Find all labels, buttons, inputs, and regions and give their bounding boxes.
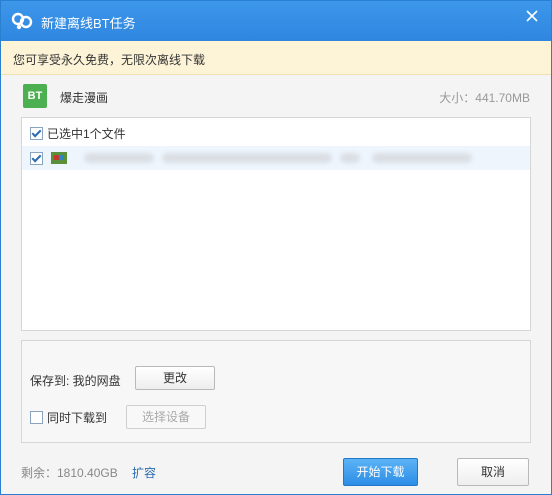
expand-storage-link[interactable]: 扩容 xyxy=(132,464,156,481)
list-item[interactable] xyxy=(22,146,530,170)
promo-banner: 您可享受永久免费，无限次离线下载 xyxy=(1,41,551,75)
cloud-logo-icon xyxy=(11,12,33,30)
select-device-button[interactable]: 选择设备 xyxy=(126,405,206,429)
cancel-button[interactable]: 取消 xyxy=(457,458,529,486)
file-list: 已选中1个文件 xyxy=(21,117,531,331)
window-title: 新建离线BT任务 xyxy=(41,16,136,31)
save-settings: 保存到: 我的网盘 更改 同时下载到 选择设备 xyxy=(21,340,531,443)
start-download-button[interactable]: 开始下载 xyxy=(343,458,418,486)
blurred-file-name xyxy=(340,153,360,163)
select-all-label: 已选中1个文件 xyxy=(47,127,126,141)
blurred-file-name xyxy=(162,153,332,163)
change-location-button[interactable]: 更改 xyxy=(135,366,215,390)
simultaneous-download-row[interactable]: 同时下载到 xyxy=(30,409,107,426)
file-checkbox[interactable] xyxy=(30,152,43,165)
task-size: 大小：441.70MB xyxy=(439,91,530,105)
close-icon[interactable] xyxy=(523,7,541,25)
select-all-row[interactable]: 已选中1个文件 xyxy=(30,125,126,141)
bt-file-icon: BT xyxy=(23,84,47,108)
offline-bt-dialog: 新建离线BT任务 您可享受永久免费，无限次离线下载 BT 爆走漫画 大小：441… xyxy=(0,0,552,495)
task-name: 爆走漫画 xyxy=(60,91,109,105)
select-all-checkbox[interactable] xyxy=(30,127,43,140)
promo-text: 您可享受永久免费，无限次离线下载 xyxy=(13,53,206,67)
title-bar[interactable]: 新建离线BT任务 xyxy=(1,1,551,41)
remaining-space: 剩余：1810.40GB xyxy=(21,466,118,480)
blurred-file-name xyxy=(372,153,472,163)
simultaneous-download-checkbox[interactable] xyxy=(30,411,43,424)
blurred-file-name xyxy=(84,153,154,163)
simultaneous-download-label: 同时下载到 xyxy=(47,411,108,425)
file-type-icon xyxy=(51,152,67,164)
save-location-label: 保存到: 我的网盘 xyxy=(30,374,121,388)
task-info-row: BT 爆走漫画 大小：441.70MB xyxy=(1,77,551,115)
